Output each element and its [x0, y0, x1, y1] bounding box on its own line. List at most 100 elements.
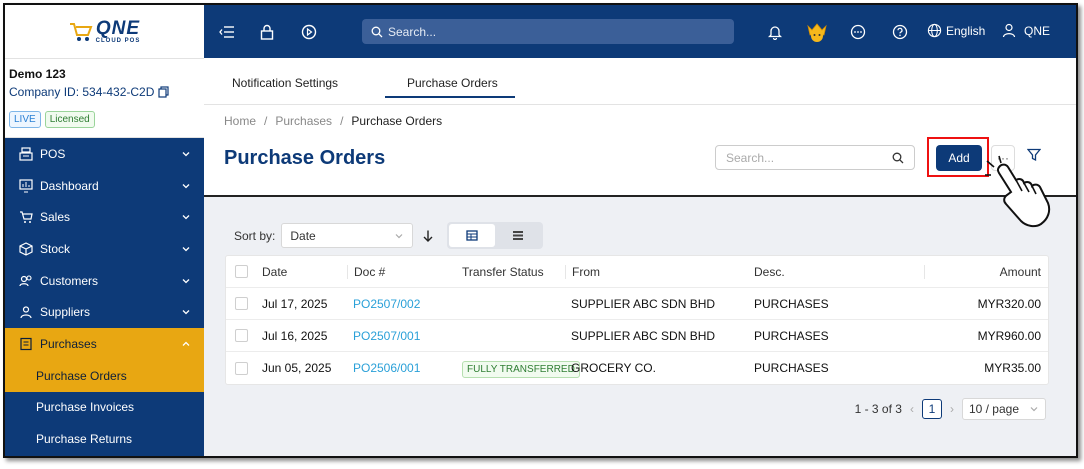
breadcrumb-current: Purchase Orders	[351, 114, 443, 128]
chevron-down-icon	[395, 233, 403, 238]
chat-icon[interactable]	[849, 23, 867, 41]
sidebar-item-sales[interactable]: Sales	[5, 201, 204, 233]
list-view-button[interactable]	[495, 224, 541, 247]
live-badge: LIVE	[9, 111, 41, 128]
user-menu[interactable]: QNE	[1002, 23, 1050, 38]
logo-sub-text: CLOUD POS	[95, 38, 141, 44]
column-header-date[interactable]: Date	[256, 265, 347, 279]
row-checkbox[interactable]	[234, 329, 248, 342]
active-tab-indicator	[385, 96, 515, 98]
search-icon	[892, 152, 904, 163]
view-toggle	[447, 222, 544, 249]
column-header-from[interactable]: From	[565, 264, 748, 279]
language-switcher[interactable]: English	[927, 23, 985, 38]
row-doc-link[interactable]: PO2506/001	[347, 361, 456, 375]
select-all-checkbox[interactable]	[234, 265, 248, 278]
sort-label: Sort by:	[234, 228, 276, 243]
bell-icon[interactable]	[766, 23, 784, 41]
status-badge: FULLY TRANSFERRED	[462, 361, 580, 378]
column-header-desc[interactable]: Desc.	[748, 265, 924, 279]
sidebar-item-label: Purchases	[40, 336, 97, 351]
sidebar-item-label: Stock	[40, 241, 71, 256]
company-id-text: Company ID: 534-432-C2D	[9, 85, 155, 99]
sidebar-subitem-purchase-returns[interactable]: Purchase Returns	[5, 423, 204, 455]
table-row[interactable]: Jul 16, 2025 PO2507/001 SUPPLIER ABC SDN…	[226, 320, 1048, 352]
page-tabs: Notification Settings Purchase Orders	[204, 58, 1076, 105]
licensed-badge: Licensed	[44, 111, 95, 128]
sidebar-item-pos[interactable]: POS	[5, 138, 204, 170]
sidebar-item-customers[interactable]: Customers	[5, 265, 204, 297]
sidebar-subitem-purchase-orders[interactable]: Purchase Orders	[5, 359, 204, 392]
global-search-input[interactable]: Search...	[362, 19, 734, 44]
column-header-doc[interactable]: Doc #	[347, 264, 456, 279]
add-button[interactable]: Add	[936, 145, 982, 171]
user-icon	[1002, 23, 1016, 38]
sidebar-item-label: Customers	[40, 273, 99, 288]
chevron-down-icon	[182, 151, 190, 157]
row-from: SUPPLIER ABC SDN BHD	[571, 296, 716, 311]
register-icon	[18, 146, 34, 162]
sidebar-item-dashboard[interactable]: Dashboard	[5, 170, 204, 202]
globe-icon	[927, 23, 942, 38]
page-size-value: 10 / page	[968, 402, 1019, 416]
row-desc: PURCHASES	[754, 361, 829, 375]
row-doc-link[interactable]: PO2507/002	[347, 297, 456, 311]
prev-page-icon[interactable]: ‹	[910, 402, 914, 416]
sidebar-item-label: Suppliers	[40, 305, 91, 320]
collapse-menu-icon[interactable]	[218, 23, 236, 41]
next-page-icon[interactable]: ›	[950, 402, 954, 416]
sidebar-nav: POS Dashboard Sales Stock Customers Supp…	[5, 138, 204, 455]
chevron-down-icon	[1030, 407, 1038, 412]
row-date: Jun 05, 2025	[262, 361, 332, 375]
list-search-placeholder: Search...	[726, 150, 775, 165]
crown-mascot-icon[interactable]	[805, 21, 829, 43]
chevron-down-icon	[182, 278, 190, 284]
sidebar-subitem-purchase-invoices[interactable]: Purchase Invoices	[5, 392, 204, 424]
breadcrumb-separator: /	[340, 114, 344, 128]
app-logo[interactable]: QNE CLOUD POS	[69, 19, 141, 44]
sidebar-item-suppliers[interactable]: Suppliers	[5, 296, 204, 328]
row-checkbox[interactable]	[234, 297, 248, 310]
sort-direction-arrow-icon[interactable]	[421, 229, 435, 243]
company-panel: Demo 123 Company ID: 534-432-C2D LIVE Li…	[5, 59, 204, 138]
row-doc-link[interactable]: PO2507/001	[347, 329, 456, 343]
row-amount: MYR35.00	[984, 361, 1041, 375]
cart-icon	[18, 209, 34, 225]
copy-icon[interactable]	[158, 86, 170, 98]
breadcrumb-home[interactable]: Home	[224, 114, 256, 128]
table-view-button[interactable]	[449, 224, 496, 247]
user-name: QNE	[1024, 23, 1051, 38]
play-circle-icon[interactable]	[300, 23, 318, 41]
page-number-current[interactable]: 1	[921, 399, 942, 419]
user-icon	[18, 304, 34, 320]
sort-bar: Sort by: Date	[234, 222, 544, 249]
row-from: SUPPLIER ABC SDN BHD	[571, 328, 716, 343]
column-header-transfer-status[interactable]: Transfer Status	[456, 265, 565, 279]
table-row[interactable]: Jul 17, 2025 PO2507/002 SUPPLIER ABC SDN…	[226, 288, 1048, 320]
table-row[interactable]: Jun 05, 2025 PO2506/001 FULLY TRANSFERRE…	[226, 352, 1048, 384]
pointing-hand-icon	[985, 155, 1051, 228]
box-icon	[18, 241, 34, 257]
lock-icon[interactable]	[258, 23, 276, 41]
tab-notification-settings[interactable]: Notification Settings	[232, 76, 338, 90]
row-transfer-status: FULLY TRANSFERRED	[456, 361, 580, 378]
tab-purchase-orders[interactable]: Purchase Orders	[407, 76, 498, 90]
list-search-input[interactable]: Search...	[715, 145, 915, 170]
help-icon[interactable]	[891, 23, 909, 41]
breadcrumb: Home / Purchases / Purchase Orders	[224, 114, 442, 128]
breadcrumb-purchases[interactable]: Purchases	[275, 114, 332, 128]
pagination: 1 - 3 of 3 ‹ 1 › 10 / page	[855, 398, 1046, 420]
list-view-icon	[513, 231, 524, 240]
column-header-amount[interactable]: Amount	[924, 264, 1048, 279]
page-size-select[interactable]: 10 / page	[961, 398, 1046, 420]
purchase-orders-table: Date Doc # Transfer Status From Desc. Am…	[225, 255, 1049, 385]
top-bar: Search... English QNE	[204, 5, 1076, 58]
row-checkbox[interactable]	[234, 361, 248, 375]
page-title: Purchase Orders	[224, 147, 386, 169]
sidebar-item-stock[interactable]: Stock	[5, 233, 204, 265]
row-desc: PURCHASES	[754, 328, 829, 343]
row-date: Jul 16, 2025	[262, 328, 328, 343]
sidebar-item-purchases[interactable]: Purchases	[5, 328, 204, 360]
sort-select[interactable]: Date	[281, 223, 414, 248]
search-icon	[371, 26, 383, 37]
